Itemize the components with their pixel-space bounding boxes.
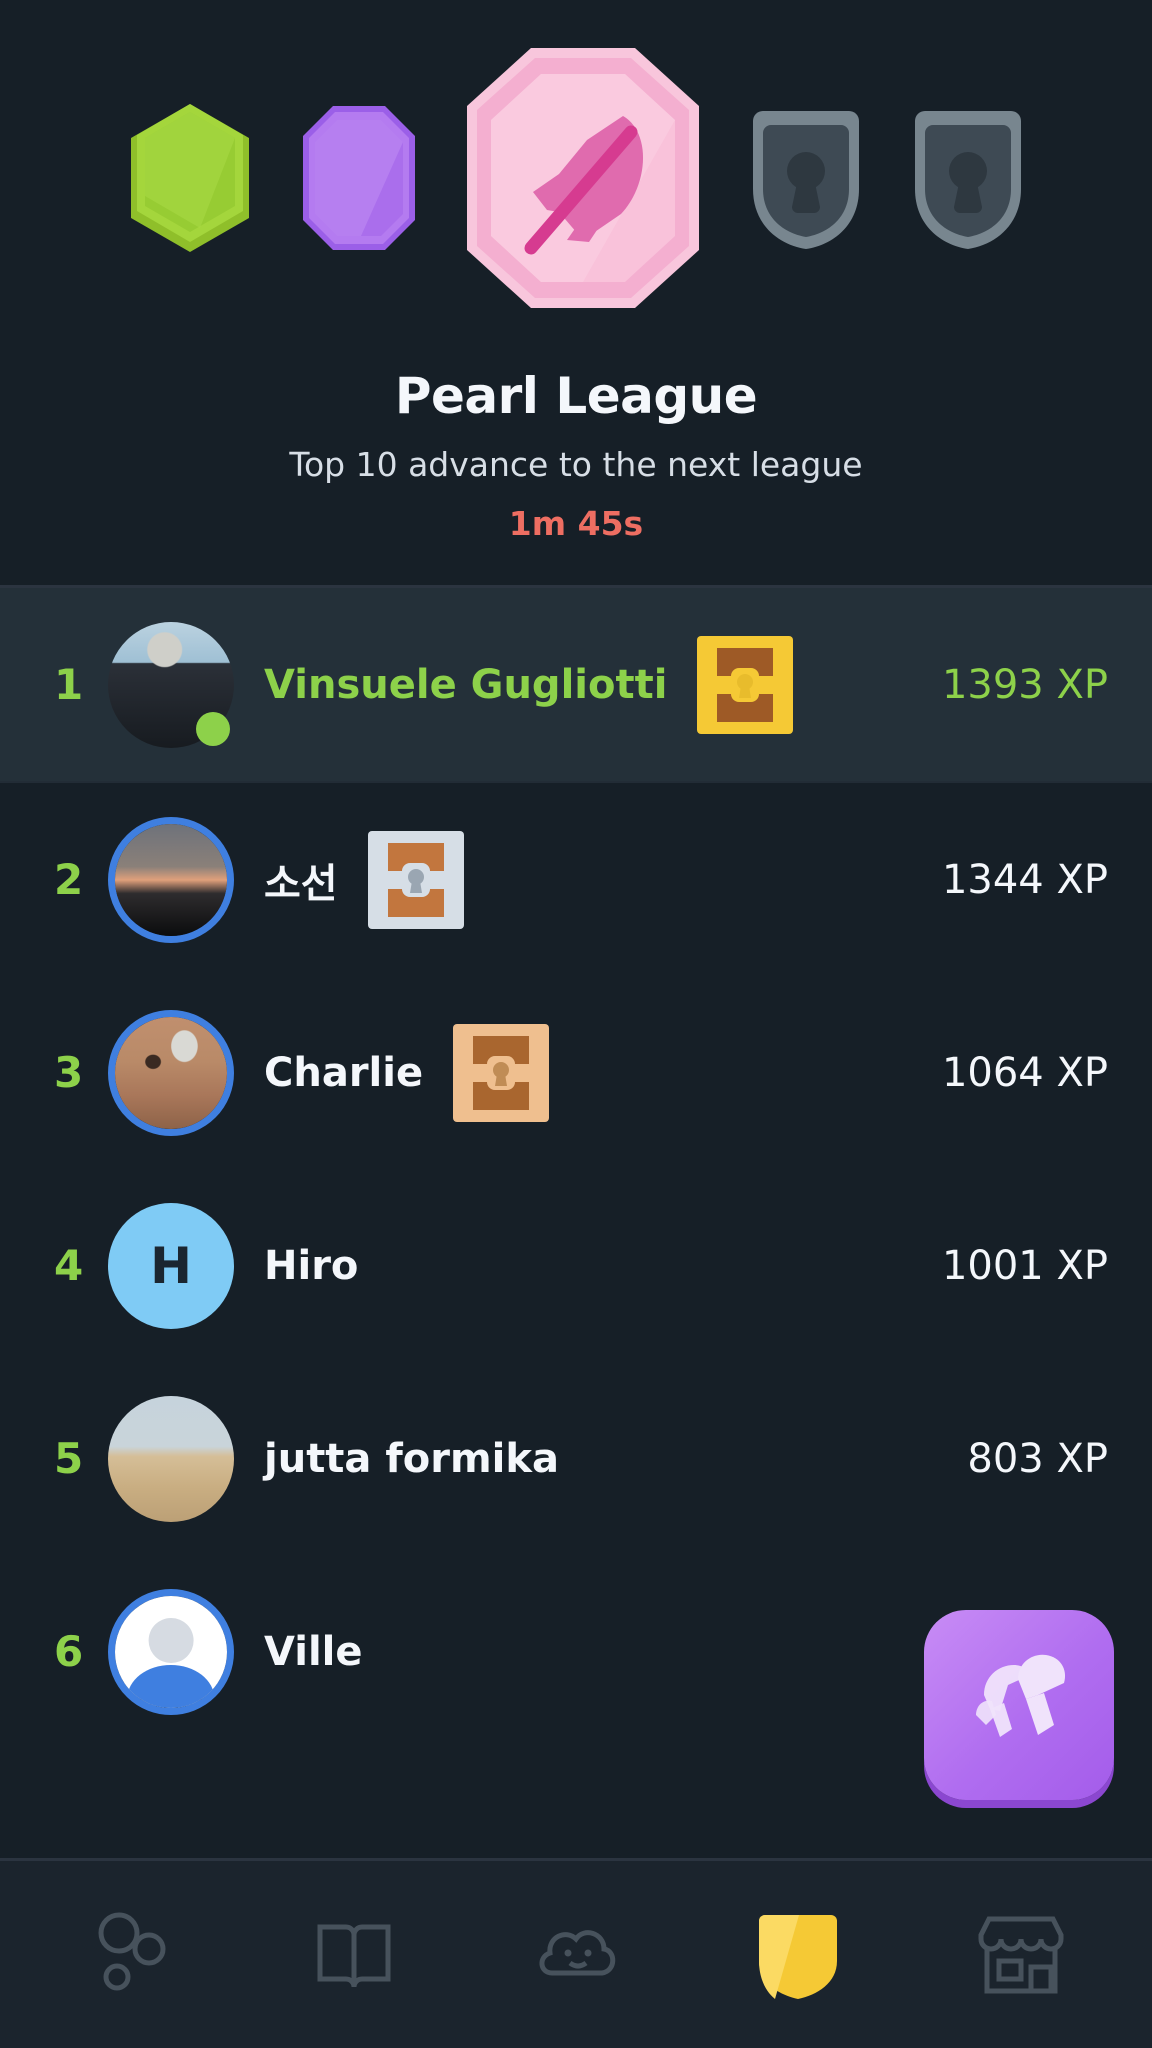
nav-learn[interactable]: [56, 1895, 206, 2015]
mushrooms-icon: [976, 1654, 1066, 1737]
avatar[interactable]: H: [108, 1202, 234, 1329]
avatar-image: H: [108, 1202, 234, 1329]
octagon-gem-icon: [303, 105, 415, 250]
nav-practice[interactable]: [279, 1895, 429, 2015]
leaderboard-row[interactable]: 1 Vinsuele Gugliotti 1393 XP: [0, 588, 1152, 781]
league-badge-locked-1[interactable]: [747, 103, 865, 253]
rank-number: 2: [54, 855, 84, 904]
rank-number: 5: [54, 1434, 84, 1483]
league-header: Pearl League Top 10 advance to the next …: [0, 345, 1152, 543]
pearl-gem-badge-icon: [467, 47, 699, 308]
avatar-photo: [115, 823, 227, 936]
nav-shop[interactable]: [946, 1895, 1096, 2015]
keyhole-icon: [949, 151, 987, 213]
chest-gold-icon: [697, 635, 794, 734]
league-badge-amethyst[interactable]: [299, 102, 419, 254]
avatar-image: [108, 1395, 234, 1522]
avatar-initial: H: [150, 1236, 192, 1295]
page-title: Pearl League: [394, 367, 758, 425]
locked-shield-icon: [915, 110, 1021, 249]
locked-shield-icon: [753, 110, 859, 249]
leaderboard-row[interactable]: 4 H Hiro 1001 XP: [0, 1169, 1152, 1362]
avatar-image: [108, 1588, 234, 1715]
avatar-photo: [115, 1595, 227, 1708]
league-badge-ruby[interactable]: [125, 98, 255, 258]
rank-number: 1: [54, 660, 84, 709]
leaderboard-row[interactable]: 5 jutta formika 803 XP: [0, 1362, 1152, 1555]
xp-value: 1064 XP: [941, 1049, 1108, 1096]
avatar-image: [108, 816, 234, 943]
user-name: 소선: [264, 860, 338, 907]
user-name: jutta formika: [264, 1435, 559, 1482]
xp-value: 1001 XP: [941, 1242, 1108, 1289]
league-timer: 1m 45s: [508, 504, 644, 543]
nav-characters[interactable]: [501, 1895, 651, 2015]
league-subtitle: Top 10 advance to the next league: [289, 445, 863, 484]
boost-button[interactable]: [924, 1610, 1114, 1800]
rank-number: 4: [54, 1241, 84, 1290]
league-badge-pearl-current[interactable]: [463, 44, 703, 312]
bottom-nav: [0, 1858, 1152, 2048]
avatar-photo: [108, 1395, 234, 1522]
chest-badge[interactable]: [697, 635, 794, 734]
chest-silver-icon: [367, 830, 464, 929]
user-name: Ville: [264, 1628, 363, 1675]
leaderboard-row[interactable]: 2 소선 1344 XP: [0, 783, 1152, 976]
rank-number: 3: [54, 1048, 84, 1097]
keyhole-icon: [787, 151, 825, 213]
user-name: Hiro: [264, 1242, 359, 1289]
xp-value: 1344 XP: [941, 856, 1108, 903]
avatar-image: [108, 1009, 234, 1136]
chest-badge[interactable]: [453, 1023, 550, 1122]
league-badge-locked-2[interactable]: [909, 103, 1027, 253]
online-status-dot: [196, 711, 230, 746]
user-name: Charlie: [264, 1049, 424, 1096]
avatar[interactable]: [108, 816, 234, 943]
chest-bronze-icon: [453, 1023, 550, 1122]
shield-icon: [759, 1914, 838, 1999]
rank-number: 6: [54, 1627, 84, 1676]
avatar-photo: [115, 1016, 227, 1129]
leaderboard-row[interactable]: 3 Charlie 1064 XP: [0, 976, 1152, 1169]
xp-value: 1393 XP: [941, 661, 1108, 708]
store-icon: [978, 1916, 1064, 1993]
avatar[interactable]: [108, 621, 234, 748]
leaderboard: 1 Vinsuele Gugliotti 1393 XP 2 소선 1344 XP 3 C…: [0, 585, 1152, 1748]
xp-value: 803 XP: [967, 1435, 1108, 1482]
avatar[interactable]: [108, 1588, 234, 1715]
circles-icon: [98, 1912, 166, 1990]
avatar[interactable]: [108, 1395, 234, 1522]
hexagon-gem-icon: [131, 103, 249, 252]
book-icon: [317, 1924, 391, 1987]
user-name: Vinsuele Gugliotti: [264, 661, 668, 708]
nav-leaderboard[interactable]: [723, 1895, 873, 2015]
league-badge-strip: [0, 0, 1152, 345]
avatar[interactable]: [108, 1009, 234, 1136]
chest-badge[interactable]: [367, 830, 464, 929]
cloud-face-icon: [539, 1929, 616, 1975]
